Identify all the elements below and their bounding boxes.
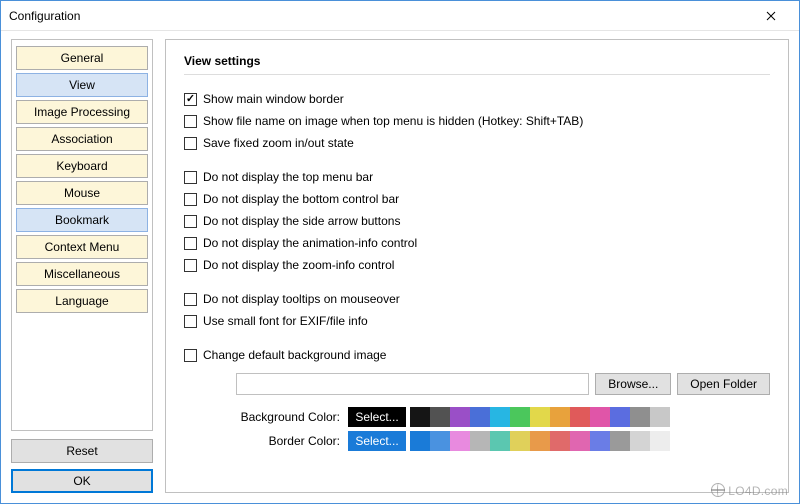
opt-no-tooltips[interactable]: Do not display tooltips on mouseover — [184, 289, 770, 309]
color-swatch[interactable] — [650, 407, 670, 427]
color-swatch[interactable] — [450, 431, 470, 451]
checkbox-icon — [184, 315, 197, 328]
color-swatch[interactable] — [630, 407, 650, 427]
color-swatch[interactable] — [410, 407, 430, 427]
checkbox-icon — [184, 215, 197, 228]
color-swatch[interactable] — [430, 407, 450, 427]
opt-no-top-menu[interactable]: Do not display the top menu bar — [184, 167, 770, 187]
sidebar: General View Image Processing Associatio… — [11, 39, 153, 493]
nav-mouse[interactable]: Mouse — [16, 181, 148, 205]
checkbox-icon — [184, 115, 197, 128]
color-swatch[interactable] — [590, 431, 610, 451]
color-swatch[interactable] — [470, 431, 490, 451]
sidebar-nav: General View Image Processing Associatio… — [11, 39, 153, 431]
nav-context-menu[interactable]: Context Menu — [16, 235, 148, 259]
checkbox-icon — [184, 171, 197, 184]
opt-show-border[interactable]: Show main window border — [184, 89, 770, 109]
close-button[interactable] — [751, 2, 791, 30]
checkbox-icon — [184, 137, 197, 150]
color-swatch[interactable] — [530, 407, 550, 427]
panel-heading: View settings — [184, 54, 770, 68]
color-swatch[interactable] — [610, 431, 630, 451]
window-body: General View Image Processing Associatio… — [1, 31, 799, 503]
border-color-select-button[interactable]: Select... — [348, 431, 406, 451]
bg-color-row: Background Color: Select... — [184, 407, 770, 427]
check-group-3: Do not display tooltips on mouseover Use… — [184, 289, 770, 331]
color-swatch[interactable] — [430, 431, 450, 451]
border-color-label: Border Color: — [184, 434, 344, 448]
opt-small-font[interactable]: Use small font for EXIF/file info — [184, 311, 770, 331]
config-window: Configuration General View Image Process… — [0, 0, 800, 504]
checkbox-icon — [184, 237, 197, 250]
opt-no-arrows[interactable]: Do not display the side arrow buttons — [184, 211, 770, 231]
titlebar: Configuration — [1, 1, 799, 31]
color-swatch[interactable] — [470, 407, 490, 427]
color-swatch[interactable] — [510, 407, 530, 427]
color-swatch[interactable] — [490, 407, 510, 427]
color-swatch[interactable] — [550, 431, 570, 451]
nav-language[interactable]: Language — [16, 289, 148, 313]
nav-miscellaneous[interactable]: Miscellaneous — [16, 262, 148, 286]
opt-save-zoom[interactable]: Save fixed zoom in/out state — [184, 133, 770, 153]
color-swatch[interactable] — [650, 431, 670, 451]
color-swatch[interactable] — [570, 407, 590, 427]
bg-color-label: Background Color: — [184, 410, 344, 424]
checkbox-icon — [184, 93, 197, 106]
check-group-1: Show main window border Show file name o… — [184, 89, 770, 153]
sidebar-actions: Reset OK — [11, 439, 153, 493]
check-group-2: Do not display the top menu bar Do not d… — [184, 167, 770, 275]
nav-image-processing[interactable]: Image Processing — [16, 100, 148, 124]
nav-bookmark[interactable]: Bookmark — [16, 208, 148, 232]
nav-association[interactable]: Association — [16, 127, 148, 151]
color-swatch[interactable] — [510, 431, 530, 451]
nav-keyboard[interactable]: Keyboard — [16, 154, 148, 178]
opt-change-bg-image[interactable]: Change default background image — [184, 345, 770, 365]
border-color-swatches — [410, 431, 670, 451]
bg-color-select-button[interactable]: Select... — [348, 407, 406, 427]
color-swatch[interactable] — [410, 431, 430, 451]
bg-color-swatches — [410, 407, 670, 427]
border-color-row: Border Color: Select... — [184, 431, 770, 451]
color-swatch[interactable] — [450, 407, 470, 427]
color-swatch[interactable] — [570, 431, 590, 451]
opt-no-bottom-bar[interactable]: Do not display the bottom control bar — [184, 189, 770, 209]
color-swatch[interactable] — [610, 407, 630, 427]
checkbox-icon — [184, 293, 197, 306]
open-folder-button[interactable]: Open Folder — [677, 373, 770, 395]
opt-no-anim-info[interactable]: Do not display the animation-info contro… — [184, 233, 770, 253]
window-title: Configuration — [9, 9, 751, 23]
reset-button[interactable]: Reset — [11, 439, 153, 463]
ok-button[interactable]: OK — [11, 469, 153, 493]
checkbox-icon — [184, 193, 197, 206]
close-icon — [766, 11, 776, 21]
nav-view[interactable]: View — [16, 73, 148, 97]
opt-show-filename[interactable]: Show file name on image when top menu is… — [184, 111, 770, 131]
nav-general[interactable]: General — [16, 46, 148, 70]
color-swatch[interactable] — [550, 407, 570, 427]
opt-no-zoom-info[interactable]: Do not display the zoom-info control — [184, 255, 770, 275]
browse-button[interactable]: Browse... — [595, 373, 671, 395]
color-swatch[interactable] — [590, 407, 610, 427]
checkbox-icon — [184, 259, 197, 272]
divider — [184, 74, 770, 75]
settings-panel: View settings Show main window border Sh… — [165, 39, 789, 493]
color-swatch[interactable] — [530, 431, 550, 451]
color-swatch[interactable] — [630, 431, 650, 451]
checkbox-icon — [184, 349, 197, 362]
bg-image-path-row: Browse... Open Folder — [236, 373, 770, 395]
bg-image-path-input[interactable] — [236, 373, 589, 395]
color-swatch[interactable] — [490, 431, 510, 451]
